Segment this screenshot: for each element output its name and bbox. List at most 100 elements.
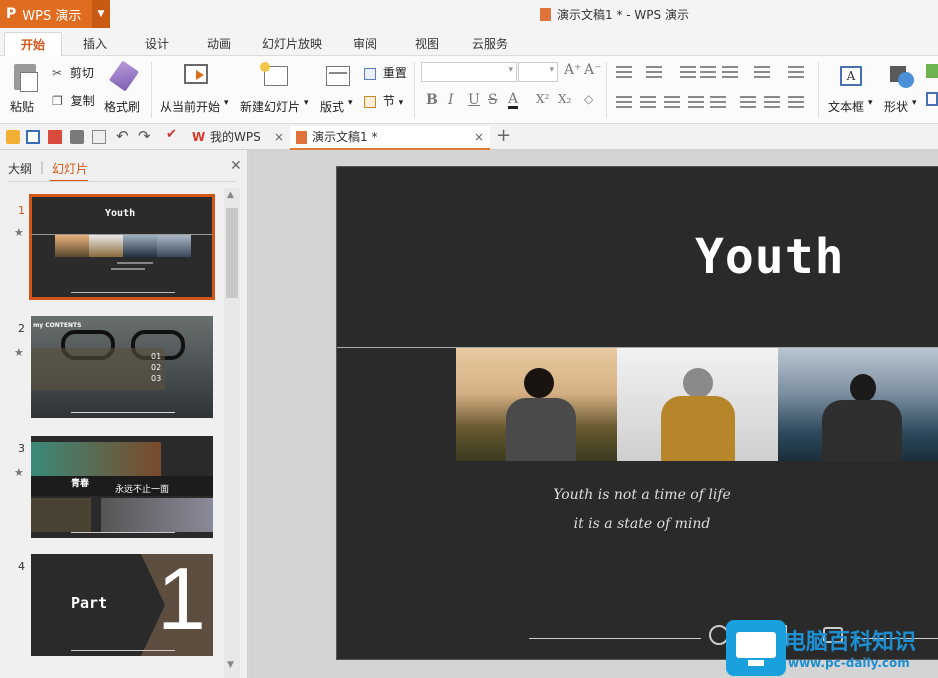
decrease-indent-icon[interactable] <box>680 66 696 78</box>
thumb-footline <box>71 292 175 293</box>
align-left-icon[interactable] <box>616 96 632 108</box>
doc-tab-label: 我的WPS <box>210 130 261 144</box>
subscript-button[interactable]: X₂ <box>558 92 571 106</box>
align-center-icon[interactable] <box>640 96 656 108</box>
layout-button[interactable]: 版式 ▾ <box>320 60 358 118</box>
increase-indent-icon[interactable] <box>700 66 716 78</box>
font-name-select[interactable] <box>421 62 517 82</box>
slide-title[interactable]: Youth <box>695 229 845 285</box>
scroll-up-icon[interactable]: ▲ <box>227 190 234 200</box>
close-icon[interactable]: × <box>274 126 284 148</box>
textbox-button[interactable]: A 文本框 ▾ <box>826 60 876 118</box>
customize-icon[interactable]: ✔ <box>166 127 177 142</box>
open-folder-icon[interactable] <box>6 130 20 144</box>
tab-design[interactable]: 设计 <box>134 32 180 56</box>
export-pdf-icon[interactable] <box>48 130 62 144</box>
tab-review[interactable]: 审阅 <box>342 32 388 56</box>
distribute-icon[interactable] <box>710 96 726 108</box>
clear-format-icon[interactable]: ◇ <box>584 92 593 106</box>
paste-label: 粘贴 <box>10 100 35 114</box>
paragraph-spacing-icon[interactable] <box>764 96 780 108</box>
doc-tab-presentation[interactable]: 演示文稿1 * × <box>290 126 490 150</box>
superscript-button[interactable]: X² <box>536 92 549 106</box>
italic-button[interactable]: I <box>448 92 454 108</box>
person-body-icon <box>822 400 902 461</box>
photo-lake[interactable] <box>778 348 938 461</box>
doc-tab-my-wps[interactable]: W 我的WPS × <box>188 126 288 150</box>
from-current-button[interactable]: 从当前开始 ▾ <box>158 60 232 118</box>
slide-subtitle-line1[interactable]: Youth is not a time of life <box>337 487 938 503</box>
copy-button[interactable]: ❐ 复制 <box>52 92 95 109</box>
thumb-block <box>31 498 91 532</box>
bold-button[interactable]: B <box>426 92 438 108</box>
tab-slides[interactable]: 幻灯片 <box>52 160 88 177</box>
underline-button[interactable]: U <box>468 92 480 108</box>
close-icon[interactable]: × <box>474 126 484 148</box>
slide-thumbnail-1[interactable]: Youth <box>29 194 215 300</box>
textbox-icon: A <box>840 66 862 86</box>
tab-insert[interactable]: 插入 <box>72 32 118 56</box>
layout-line-icon <box>329 72 347 74</box>
star-icon: ★ <box>14 466 24 479</box>
close-icon[interactable]: ✕ <box>230 158 242 174</box>
current-slide[interactable]: Youth Youth is not a time of life it is … <box>336 166 938 660</box>
layout-label: 版式 <box>320 100 345 114</box>
scroll-down-icon[interactable]: ▼ <box>227 660 234 670</box>
text-direction-icon[interactable] <box>722 66 738 78</box>
thumb-text: 永远不止一面 <box>115 485 170 495</box>
line-spacing-icon[interactable] <box>740 96 756 108</box>
print-icon[interactable] <box>70 130 84 144</box>
font-size-select[interactable] <box>518 62 558 82</box>
arrange-icon[interactable] <box>926 92 938 106</box>
vertical-align-icon[interactable] <box>788 96 804 108</box>
ribbon: 粘贴 ✂ 剪切 ❐ 复制 格式刷 从当前开始 ▾ 新建幻灯片 ▾ 版式 ▾ 重置… <box>0 56 938 124</box>
photo-sunset-hat[interactable] <box>456 348 617 461</box>
tab-separator: | <box>40 160 45 174</box>
slide-thumbnail-4[interactable]: Part 1 <box>31 554 213 656</box>
scrollbar-thumb[interactable] <box>226 208 238 298</box>
slide-thumbnail-3[interactable]: 青春 永远不止一面 <box>31 436 213 538</box>
tab-view[interactable]: 视图 <box>404 32 450 56</box>
tab-animation[interactable]: 动画 <box>196 32 242 56</box>
chevron-down-icon: ▾ <box>912 98 917 108</box>
app-menu-button[interactable]: P WPS 演示 ▼ <box>0 0 110 28</box>
watermark-logo: 电脑百科知识 www.pc-daily.com <box>726 620 938 678</box>
grow-font-icon[interactable]: A⁺ <box>564 62 582 78</box>
tab-outline[interactable]: 大纲 <box>8 160 32 177</box>
numbering-icon[interactable] <box>646 66 662 78</box>
section-button[interactable]: 节 ▾ <box>364 92 403 109</box>
format-painter-button[interactable]: 格式刷 <box>104 60 144 118</box>
slide-thumbnail-2[interactable]: my CONTENTS 01 02 03 <box>31 316 213 418</box>
print-preview-icon[interactable] <box>92 130 106 144</box>
shrink-font-icon[interactable]: A⁻ <box>584 62 602 78</box>
thumb-text-line <box>117 262 153 264</box>
new-slide-button[interactable]: 新建幻灯片 ▾ <box>240 60 314 118</box>
reset-button[interactable]: 重置 <box>364 64 407 81</box>
thumb-photo <box>55 235 89 257</box>
chevron-down-icon[interactable]: ▼ <box>92 0 110 28</box>
thumb-item-03: 03 <box>151 374 162 383</box>
columns-icon[interactable] <box>754 66 770 78</box>
justify-icon[interactable] <box>688 96 704 108</box>
save-icon[interactable] <box>26 130 40 144</box>
app-name: WPS 演示 <box>22 8 82 24</box>
photo-beanie-jacket[interactable] <box>617 348 778 461</box>
paste-button[interactable]: 粘贴 <box>8 60 44 118</box>
slides-panel: 大纲 | 幻灯片 ✕ 1 ★ Youth 2 ★ my CONTENTS 01 … <box>0 150 248 678</box>
picture-icon[interactable] <box>926 64 938 78</box>
strikethrough-button[interactable]: S <box>488 92 498 108</box>
tab-home[interactable]: 开始 <box>4 32 62 56</box>
bullets-icon[interactable] <box>616 66 632 78</box>
shapes-button[interactable]: 形状 ▾ <box>882 60 922 118</box>
slides-scrollbar[interactable]: ▲ ▼ <box>224 188 240 678</box>
cut-button[interactable]: ✂ 剪切 <box>52 64 94 81</box>
redo-icon[interactable]: ↷ <box>138 127 151 145</box>
slide-subtitle-line2[interactable]: it is a state of mind <box>337 516 938 532</box>
tab-slideshow[interactable]: 幻灯片放映 <box>254 32 330 56</box>
text-highlight-icon[interactable] <box>788 66 804 78</box>
align-right-icon[interactable] <box>664 96 680 108</box>
tab-cloud[interactable]: 云服务 <box>462 32 518 56</box>
font-color-button[interactable]: A <box>508 92 519 109</box>
undo-icon[interactable]: ↶ <box>116 127 129 145</box>
new-tab-icon[interactable]: + <box>496 125 511 146</box>
